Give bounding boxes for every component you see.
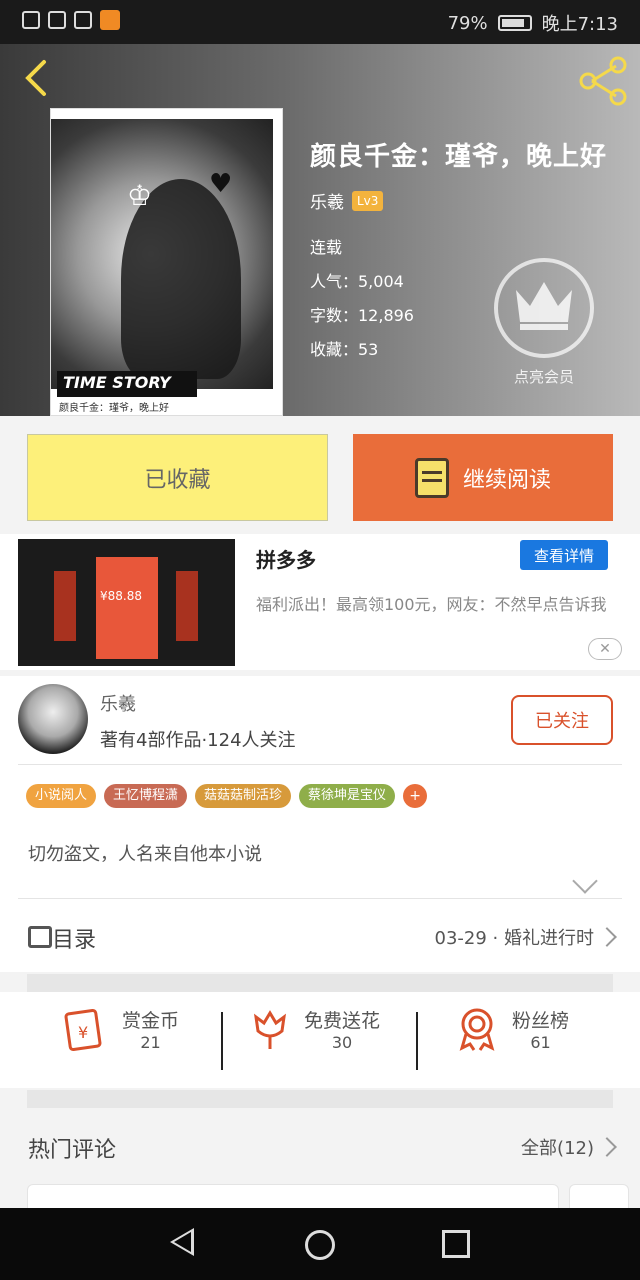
svg-text:¥: ¥ xyxy=(78,1023,88,1042)
favorited-button[interactable]: 已收藏 xyxy=(27,434,328,521)
tag[interactable]: 小说阅人 xyxy=(26,784,97,808)
back-icon[interactable] xyxy=(18,58,58,98)
author-card: 乐羲 著有4部作品·124人关注 已关注 小说阅人 王忆博程潇 菇菇菇制活珍 蔡… xyxy=(0,676,640,900)
author-stats: 著有4部作品·124人关注 xyxy=(100,730,296,751)
continue-reading-label: 继续阅读 xyxy=(462,467,551,493)
flower-icon xyxy=(254,1010,286,1049)
cover-stamp: TIME STORY xyxy=(57,371,197,397)
cover-caption: 颜良千金：瑾爷，晚上好 xyxy=(59,403,169,414)
status-bar: 79% 晚上7:13 xyxy=(0,0,640,44)
red-packet xyxy=(96,557,158,659)
alert-icon xyxy=(22,11,40,29)
vip-button[interactable] xyxy=(494,258,594,358)
book-cover: ♔ ♥ TIME STORY 颜良千金：瑾爷，晚上好 xyxy=(50,108,283,416)
section-divider xyxy=(27,974,613,992)
crown-icon: ♔ xyxy=(127,179,153,212)
chevron-right-icon xyxy=(597,927,617,947)
hot-comments-label: 热门评论 xyxy=(28,1138,117,1163)
action-count: 30 xyxy=(331,1033,353,1052)
action-label: 赏金币 xyxy=(122,1010,180,1032)
action-label: 免费送花 xyxy=(304,1010,381,1032)
add-tag-button[interactable]: + xyxy=(403,784,428,808)
book-status: 连载 xyxy=(310,238,343,257)
ad-amount: ¥88.88 xyxy=(100,589,142,603)
tag[interactable]: 王忆博程潇 xyxy=(104,784,188,808)
book-icon xyxy=(414,457,449,498)
ad-close-button[interactable]: ✕ xyxy=(588,638,622,660)
reward-coins-button[interactable]: ¥ 赏金币 21 xyxy=(62,1006,179,1052)
medal-icon xyxy=(459,1008,495,1051)
fan-ranking-button[interactable]: 粉丝榜 61 xyxy=(456,1006,569,1052)
action-count: 21 xyxy=(140,1033,161,1052)
author-card-name[interactable]: 乐羲 xyxy=(100,690,136,716)
author-name[interactable]: 乐羲 xyxy=(310,188,344,213)
share-icon[interactable] xyxy=(576,56,630,106)
divider xyxy=(18,898,622,899)
ad-banner[interactable]: ¥88.88 拼多多 查看详情 福利派出！最高领100元，网友：不然早点告诉我 … xyxy=(0,534,640,670)
ad-detail-button[interactable]: 查看详情 xyxy=(520,540,608,570)
send-flower-button[interactable]: 免费送花 30 xyxy=(250,1006,380,1052)
action-count: 61 xyxy=(530,1033,551,1052)
support-actions: ¥ 赏金币 21 免费送花 30 粉丝榜 61 xyxy=(0,992,640,1088)
ad-image[interactable]: ¥88.88 xyxy=(18,539,235,666)
crown-icon xyxy=(516,282,572,330)
continue-reading-button[interactable]: 继续阅读 xyxy=(353,434,613,521)
book-title: 颜良千金：瑾爷，晚上好 xyxy=(310,142,608,172)
tag-list: 小说阅人 王忆博程潇 菇菇菇制活珍 蔡徐坤是宝仪 + xyxy=(26,784,428,808)
author-level-badge: Lv3 xyxy=(352,190,384,211)
table-of-contents-row[interactable]: 目录 03-29 · 婚礼进行时 xyxy=(0,900,640,972)
divider xyxy=(18,764,622,765)
battery-percent: 79% xyxy=(447,12,488,34)
follow-button[interactable]: 已关注 xyxy=(511,695,613,745)
section-divider xyxy=(27,1090,613,1108)
app-notification-icon xyxy=(100,10,120,30)
tag[interactable]: 菇菇菇制活珍 xyxy=(195,784,292,808)
tag[interactable]: 蔡徐坤是宝仪 xyxy=(299,784,396,808)
latest-chapter: 03-29 · 婚礼进行时 xyxy=(434,928,594,949)
all-comments-link[interactable]: 全部(12) xyxy=(521,1134,594,1160)
list-icon xyxy=(28,926,52,948)
ad-description: 福利派出！最高领100元，网友：不然早点告诉我 xyxy=(256,595,607,614)
book-intro: 切勿盗文，人名来自他本小说 xyxy=(28,844,262,865)
action-label: 粉丝榜 xyxy=(512,1010,570,1032)
book-favorites: 收藏：53 xyxy=(310,340,379,359)
book-word-count: 字数：12,896 xyxy=(310,306,414,325)
nav-back-icon[interactable] xyxy=(170,1228,194,1256)
nav-recents-icon[interactable] xyxy=(442,1230,470,1258)
hot-comments-section: 热门评论 全部(12) xyxy=(0,1108,640,1224)
battery-icon xyxy=(497,15,532,31)
chevron-right-icon[interactable] xyxy=(597,1137,617,1157)
chevron-down-icon[interactable] xyxy=(572,868,598,894)
clock: 晚上7:13 xyxy=(541,14,618,35)
vip-label[interactable]: 点亮会员 xyxy=(494,366,594,387)
ad-title: 拼多多 xyxy=(256,548,316,572)
avatar[interactable] xyxy=(18,684,88,754)
system-navbar xyxy=(0,1208,640,1280)
wechat-icon xyxy=(74,11,92,29)
wifi-icon xyxy=(48,11,66,29)
toc-label: 目录 xyxy=(52,928,97,953)
nav-home-icon[interactable] xyxy=(305,1230,335,1260)
heart-icon: ♥ xyxy=(209,169,233,199)
red-envelope-icon: ¥ xyxy=(64,1008,102,1052)
book-popularity: 人气：5,004 xyxy=(310,272,404,291)
